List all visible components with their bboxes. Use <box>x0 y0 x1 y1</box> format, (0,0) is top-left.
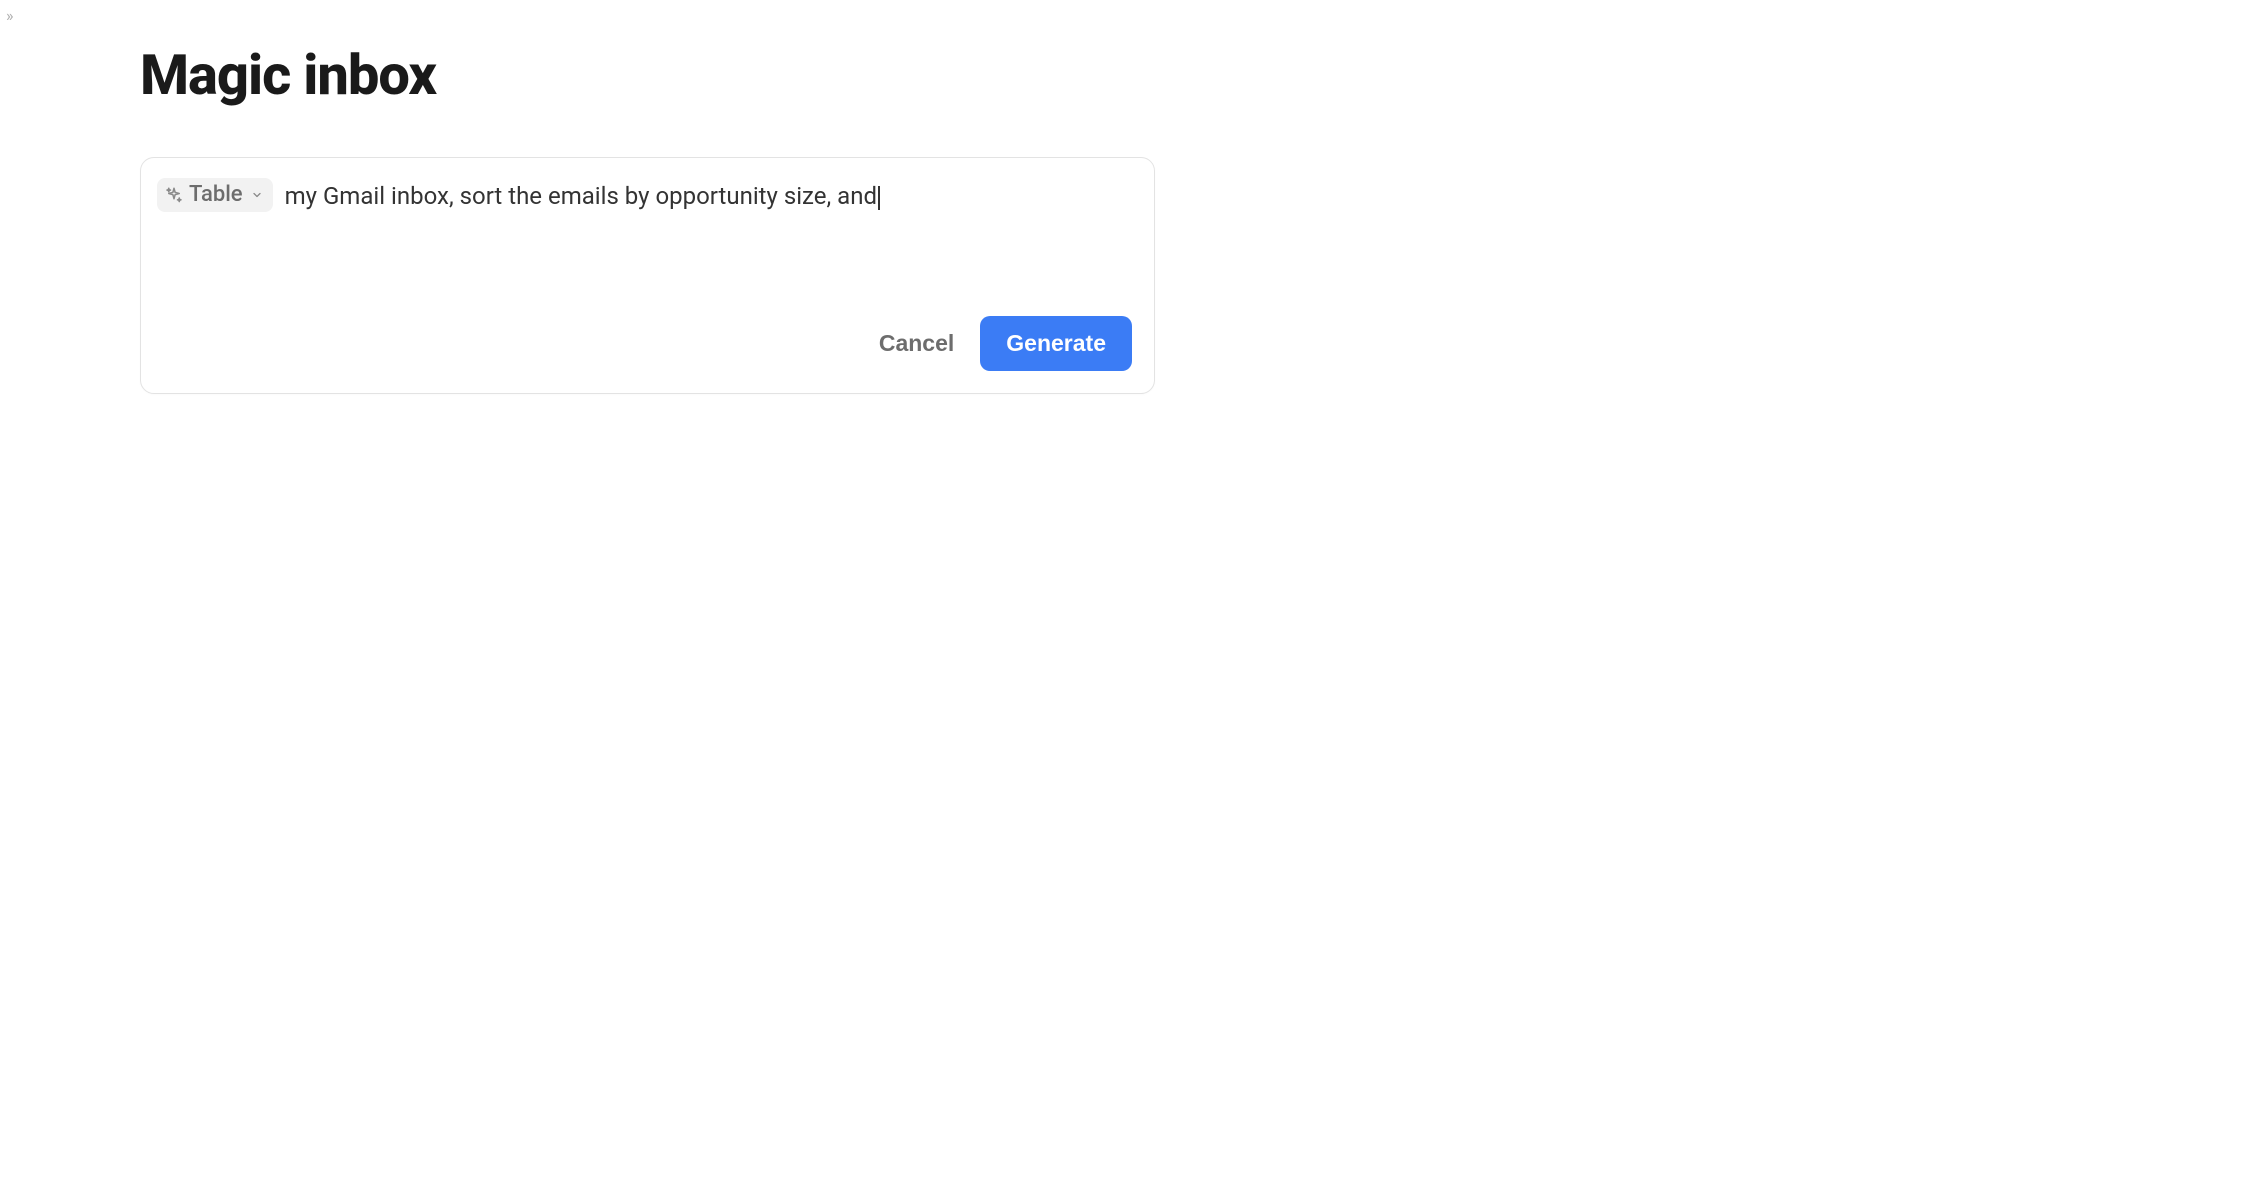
chevron-down-icon <box>251 189 263 201</box>
cancel-button[interactable]: Cancel <box>871 320 962 367</box>
prompt-input-text: my Gmail inbox, sort the emails by oppor… <box>285 182 877 210</box>
page-title: Magic inbox <box>140 42 436 108</box>
output-mode-selector[interactable]: Table <box>157 178 273 212</box>
sidebar-collapse-toggle[interactable]: » <box>4 4 13 27</box>
prompt-input-row: Table my Gmail inbox, sort the emails by… <box>157 176 1132 296</box>
text-cursor <box>878 186 880 210</box>
mode-chip-label: Table <box>189 184 243 206</box>
action-button-row: Cancel Generate <box>157 316 1132 371</box>
sparkle-icon <box>165 186 183 204</box>
prompt-card: Table my Gmail inbox, sort the emails by… <box>140 157 1155 394</box>
prompt-input[interactable]: my Gmail inbox, sort the emails by oppor… <box>285 176 1132 212</box>
generate-button[interactable]: Generate <box>980 316 1132 371</box>
